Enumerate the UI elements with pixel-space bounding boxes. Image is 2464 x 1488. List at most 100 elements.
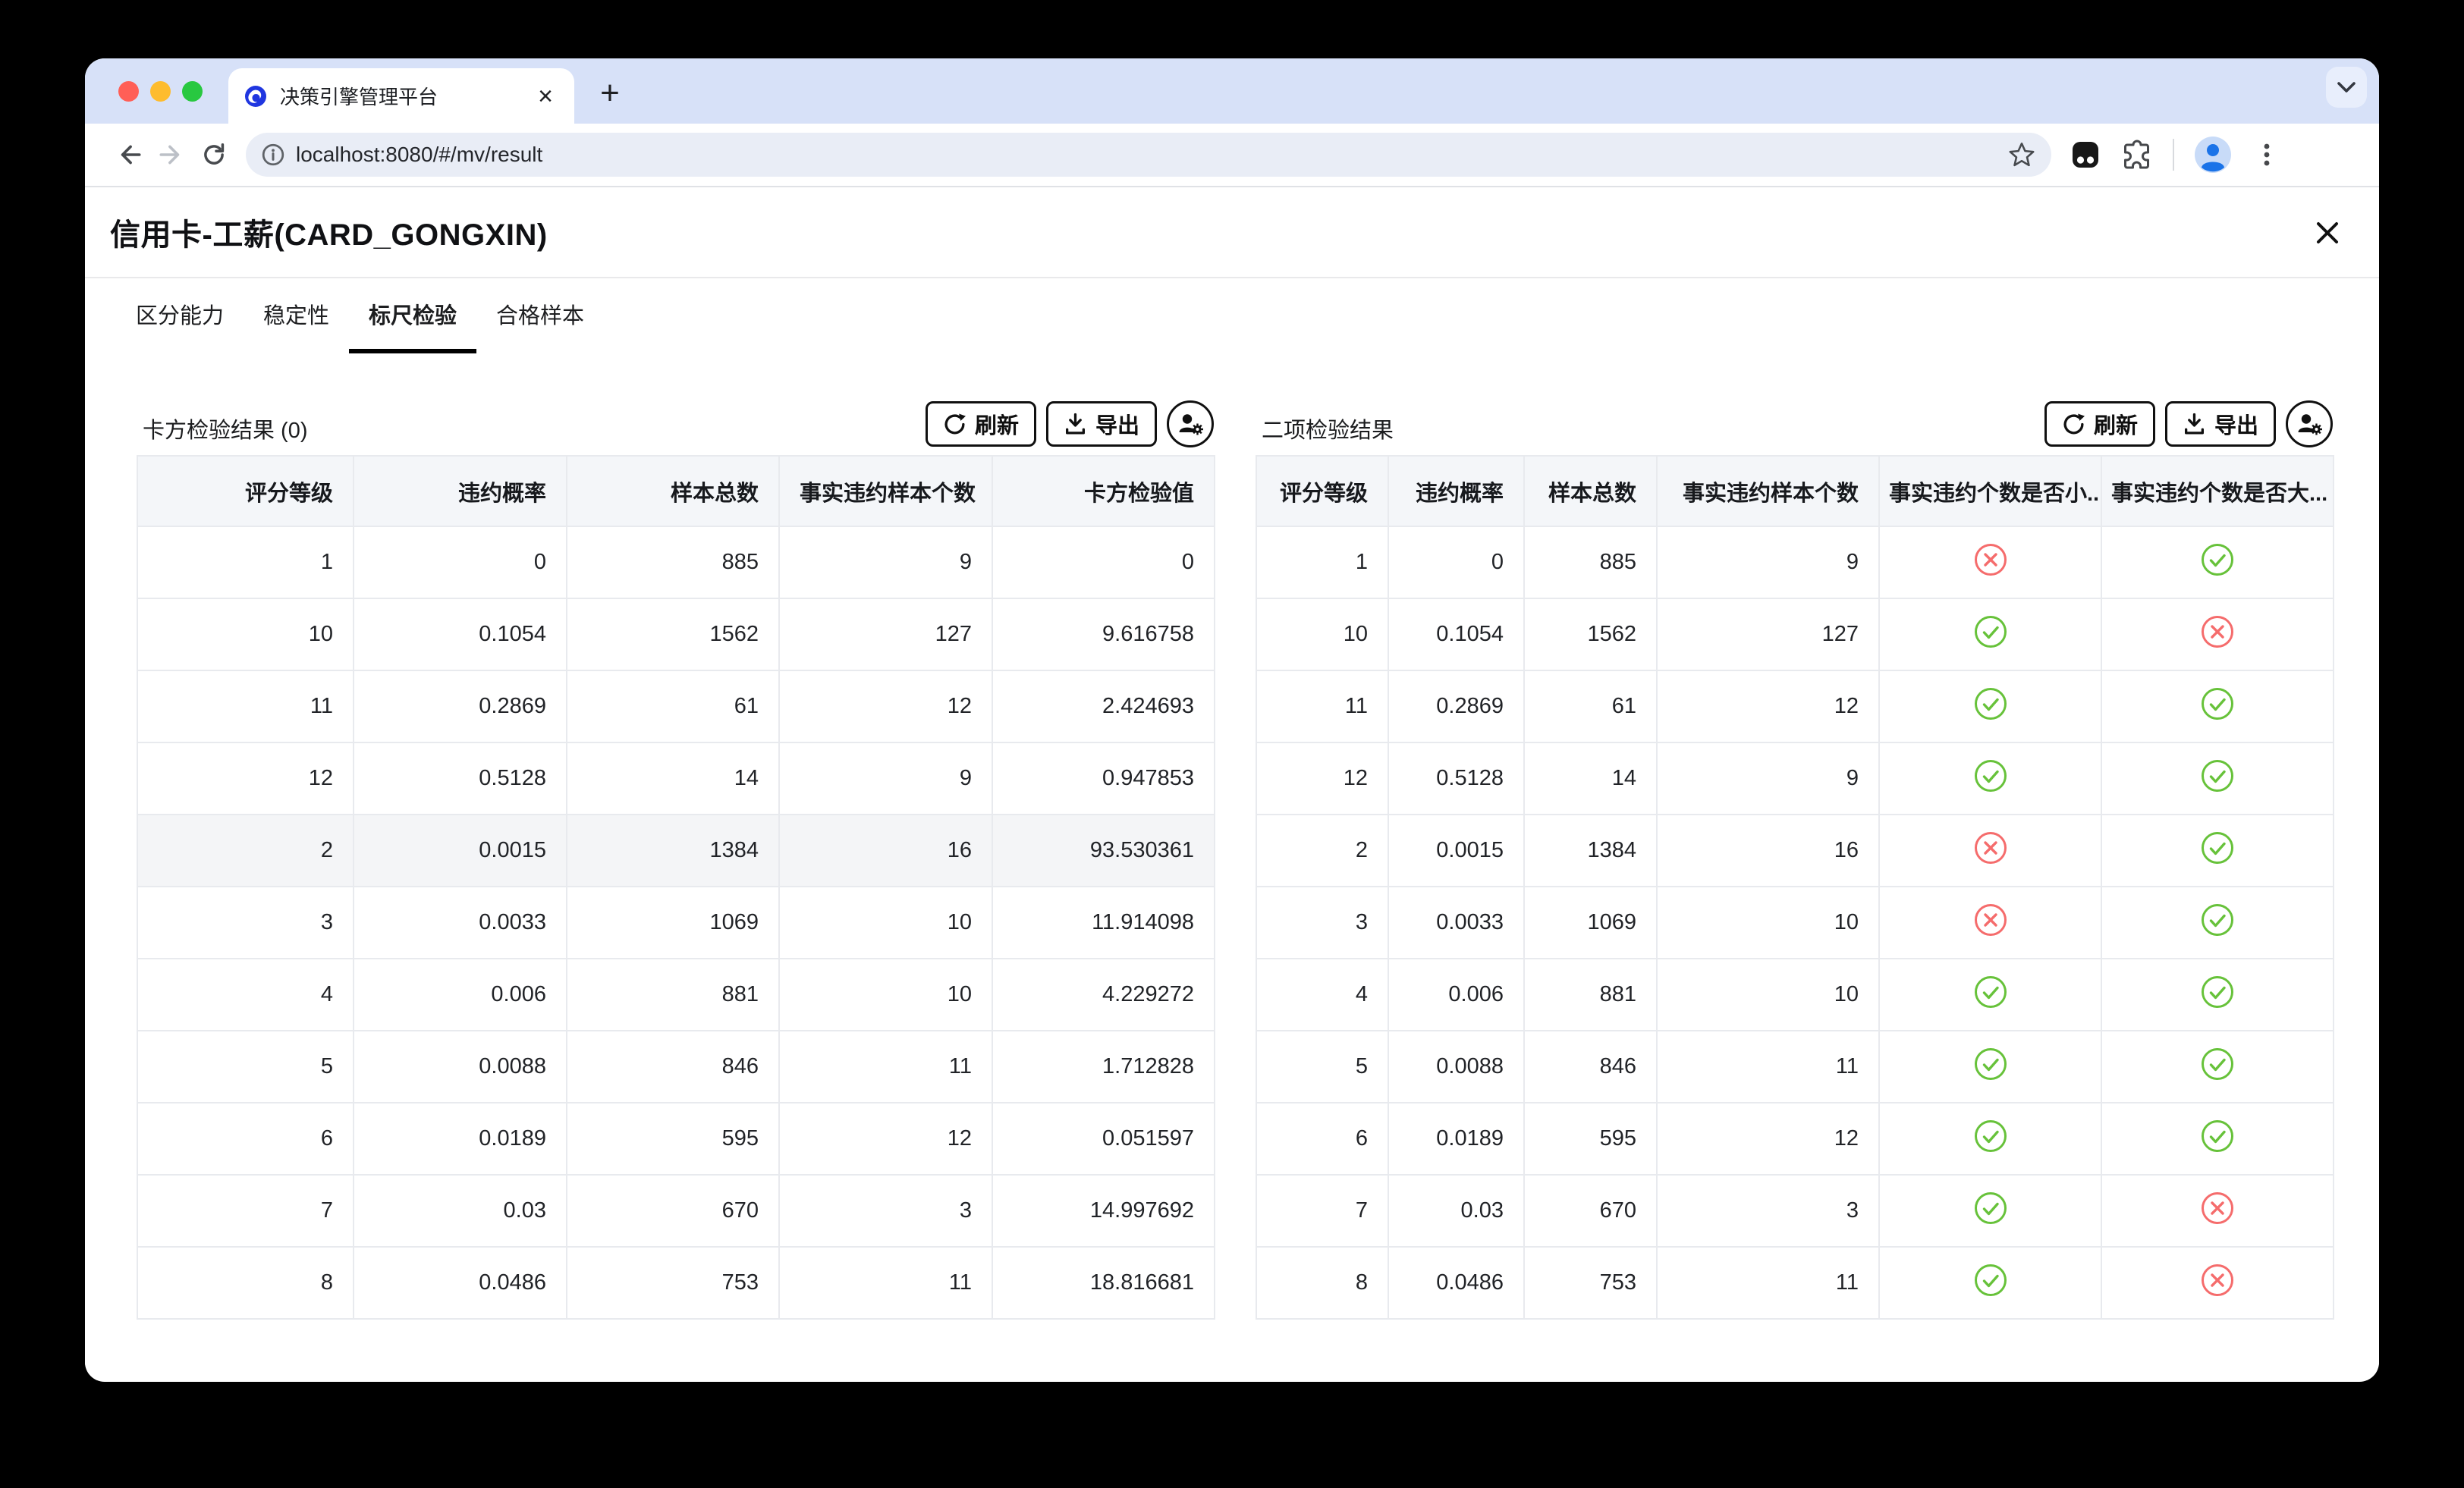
table-cell: 753	[1524, 1247, 1657, 1319]
fail-cross-icon	[2101, 1247, 2334, 1319]
table-cell: 12	[1657, 670, 1879, 742]
table-row[interactable]: 100.105415621279.616758	[137, 598, 1215, 670]
table-cell: 0.051597	[992, 1103, 1215, 1175]
tab-1[interactable]: 稳定性	[244, 278, 349, 353]
table-row[interactable]: 50.0088846111.712828	[137, 1031, 1215, 1103]
result-tabs: 区分能力稳定性标尺检验合格样本	[136, 278, 604, 353]
tab-3[interactable]: 合格样本	[476, 278, 604, 353]
export-button[interactable]: 导出	[1046, 401, 1157, 447]
desktop-background: 决策引擎管理平台 × +	[0, 0, 2464, 1488]
adblock-extension-icon[interactable]	[2070, 139, 2101, 171]
table-row[interactable]: 108859	[1256, 526, 2334, 598]
table-row[interactable]: 110.28696112	[1256, 670, 2334, 742]
table-cell: 3	[1657, 1175, 1879, 1247]
table-cell: 10	[137, 598, 354, 670]
tab-search-button[interactable]	[2326, 67, 2367, 108]
table-cell: 1562	[1524, 598, 1657, 670]
chevron-down-icon	[2337, 80, 2356, 94]
refresh-button[interactable]: 刷新	[926, 401, 1036, 447]
minimize-window-button[interactable]	[150, 81, 171, 102]
table-cell: 1069	[567, 887, 779, 959]
column-settings-button[interactable]	[1167, 400, 1214, 447]
tab-close-icon[interactable]: ×	[533, 82, 558, 111]
browser-toolbar: localhost:8080/#/mv/result	[85, 124, 2379, 187]
chi-square-panel: 卡方检验结果 (0) 刷新	[137, 391, 1214, 1320]
table-row[interactable]: 110.286961122.424693	[137, 670, 1215, 742]
table-cell: 10	[1256, 598, 1388, 670]
address-bar[interactable]: localhost:8080/#/mv/result	[246, 133, 2051, 177]
table-cell: 3	[137, 887, 354, 959]
close-window-button[interactable]	[118, 81, 139, 102]
table-row[interactable]: 60.018959512	[1256, 1103, 2334, 1175]
table-cell: 0.0189	[1388, 1103, 1524, 1175]
table-row[interactable]: 30.0033106910	[1256, 887, 2334, 959]
header-cell: 违约概率	[354, 456, 567, 526]
table-row[interactable]: 120.51281490.947853	[137, 742, 1215, 815]
tab-title: 决策引擎管理平台	[280, 82, 533, 110]
table-row[interactable]: 100.10541562127	[1256, 598, 2334, 670]
table-row[interactable]: 20.0015138416	[1256, 815, 2334, 887]
table-cell: 0	[354, 526, 567, 598]
export-button[interactable]: 导出	[2165, 401, 2276, 447]
table-row[interactable]: 40.006881104.229272	[137, 959, 1215, 1031]
forward-button[interactable]	[150, 133, 193, 176]
table-cell: 11	[779, 1247, 992, 1319]
refresh-icon	[2062, 413, 2085, 436]
pass-check-icon	[1879, 1103, 2101, 1175]
header-cell: 样本总数	[1524, 456, 1657, 526]
table-cell: 5	[137, 1031, 354, 1103]
browser-tab[interactable]: 决策引擎管理平台 ×	[228, 68, 574, 124]
chi-square-table: 评分等级违约概率样本总数事实违约样本个数卡方检验值1088590100.1054…	[137, 455, 1215, 1320]
pass-check-icon	[1879, 1247, 2101, 1319]
table-cell: 9	[1657, 526, 1879, 598]
table-row[interactable]: 30.003310691011.914098	[137, 887, 1215, 959]
table-cell: 11	[779, 1031, 992, 1103]
browser-menu-icon[interactable]	[2252, 140, 2282, 170]
new-tab-button[interactable]: +	[592, 75, 628, 111]
pass-check-icon	[2101, 526, 2334, 598]
table-row[interactable]: 1088590	[137, 526, 1215, 598]
table-cell: 12	[137, 742, 354, 815]
table-cell: 881	[1524, 959, 1657, 1031]
table-row[interactable]: 80.048675311	[1256, 1247, 2334, 1319]
table-cell: 670	[567, 1175, 779, 1247]
tab-0[interactable]: 区分能力	[136, 278, 244, 353]
pass-check-icon	[2101, 742, 2334, 815]
reload-button[interactable]	[193, 133, 235, 176]
zoom-window-button[interactable]	[182, 81, 203, 102]
table-cell: 885	[1524, 526, 1657, 598]
pass-check-icon	[1879, 959, 2101, 1031]
profile-avatar[interactable]	[2194, 136, 2232, 174]
url-text[interactable]: localhost:8080/#/mv/result	[296, 143, 2007, 167]
table-row[interactable]: 40.00688110	[1256, 959, 2334, 1031]
table-cell: 18.816681	[992, 1247, 1215, 1319]
column-settings-button[interactable]	[2286, 400, 2333, 447]
page-close-button[interactable]	[2311, 216, 2344, 250]
table-cell: 10	[1657, 887, 1879, 959]
table-cell: 12	[779, 670, 992, 742]
tab-2[interactable]: 标尺检验	[349, 278, 476, 353]
back-button[interactable]	[108, 133, 150, 176]
table-row[interactable]: 50.008884611	[1256, 1031, 2334, 1103]
table-row[interactable]: 70.036703	[1256, 1175, 2334, 1247]
table-cell: 3	[1256, 887, 1388, 959]
table-cell: 0.1054	[1388, 598, 1524, 670]
site-info-icon[interactable]	[261, 143, 285, 167]
table-cell: 14.997692	[992, 1175, 1215, 1247]
table-row[interactable]: 120.5128149	[1256, 742, 2334, 815]
header-cell: 事实违约个数是否大...	[2101, 456, 2334, 526]
table-row[interactable]: 80.04867531118.816681	[137, 1247, 1215, 1319]
header-cell: 卡方检验值	[992, 456, 1215, 526]
pass-check-icon	[2101, 1103, 2334, 1175]
extensions-puzzle-icon[interactable]	[2121, 139, 2153, 171]
export-label: 导出	[1095, 408, 1139, 440]
table-cell: 12	[1256, 742, 1388, 815]
refresh-button[interactable]: 刷新	[2044, 401, 2155, 447]
table-row[interactable]: 70.03670314.997692	[137, 1175, 1215, 1247]
table-cell: 14	[567, 742, 779, 815]
table-row[interactable]: 60.0189595120.051597	[137, 1103, 1215, 1175]
bookmark-star-icon[interactable]	[2007, 140, 2036, 169]
table-row[interactable]: 20.001513841693.530361	[137, 815, 1215, 887]
table-header-row: 评分等级违约概率样本总数事实违约样本个数卡方检验值	[137, 456, 1215, 526]
table-cell: 16	[779, 815, 992, 887]
